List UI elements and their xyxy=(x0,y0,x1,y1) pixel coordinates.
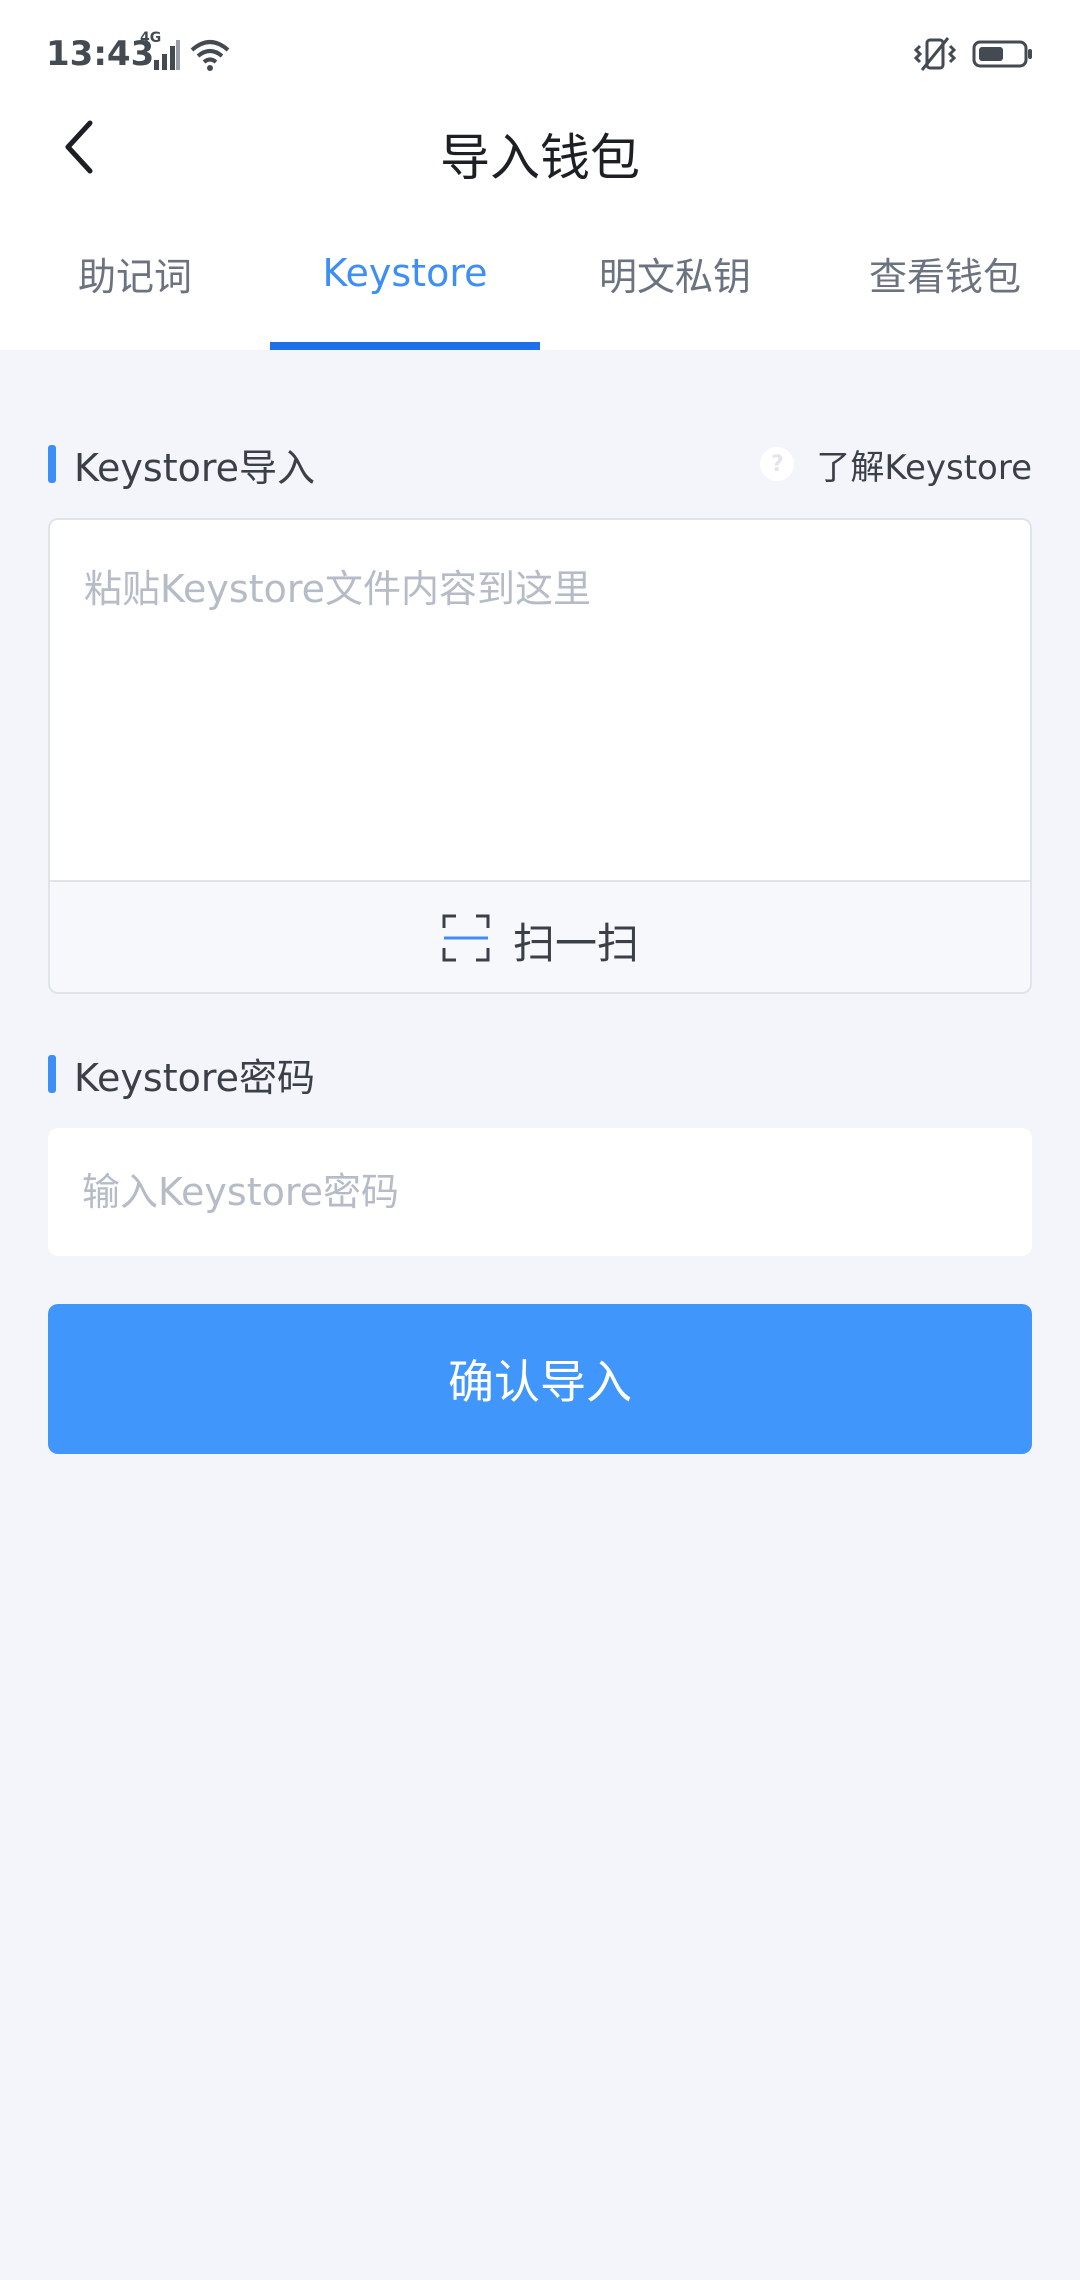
keystore-section-header: Keystore导入 ? 了解Keystore xyxy=(48,434,1032,494)
learn-keystore-link[interactable]: ? 了解Keystore xyxy=(760,440,1032,489)
vibrate-icon xyxy=(913,36,957,72)
keystore-input-box: 扫一扫 xyxy=(48,518,1032,994)
question-icon: ? xyxy=(760,447,795,481)
keystore-section-label: Keystore导入 xyxy=(74,445,316,490)
scan-icon xyxy=(441,913,491,967)
tab-mnemonic[interactable]: 助记词 xyxy=(0,220,270,350)
tab-private-key[interactable]: 明文私钥 xyxy=(540,220,810,350)
scan-label: 扫一扫 xyxy=(512,918,639,968)
section-accent-bar xyxy=(48,445,56,483)
status-icons-left: 4G xyxy=(140,30,230,72)
top-area: 13:43 4G 导入钱包 助记词 Keystore 明文私钥 查看钱包 xyxy=(0,0,1080,350)
password-section-title: Keystore密码 xyxy=(48,1047,315,1102)
tab-bar: 助记词 Keystore 明文私钥 查看钱包 xyxy=(0,220,1080,350)
confirm-import-button[interactable]: 确认导入 xyxy=(48,1304,1032,1454)
status-icons-right xyxy=(913,36,1034,72)
navigation-bar: 导入钱包 xyxy=(0,110,1080,220)
keystore-section-title: Keystore导入 xyxy=(48,437,315,492)
password-section-label: Keystore密码 xyxy=(74,1055,316,1100)
password-section-header: Keystore密码 xyxy=(48,1044,1032,1104)
page-title: 导入钱包 xyxy=(440,129,640,187)
tab-view-wallet[interactable]: 查看钱包 xyxy=(810,220,1080,350)
learn-keystore-label: 了解Keystore xyxy=(816,447,1032,488)
section-accent-bar xyxy=(48,1055,56,1093)
keystore-password-input[interactable] xyxy=(48,1128,1032,1256)
signal-icon: 4G xyxy=(140,30,180,72)
keystore-textarea[interactable] xyxy=(50,520,1030,876)
battery-icon xyxy=(972,39,1034,69)
tab-keystore[interactable]: Keystore xyxy=(270,220,540,350)
scan-button[interactable]: 扫一扫 xyxy=(50,880,1030,992)
main-content: Keystore导入 ? 了解Keystore 扫一扫 Keyst xyxy=(0,434,1080,1454)
wifi-icon xyxy=(190,38,230,72)
status-bar: 13:43 4G xyxy=(0,0,1080,110)
status-time: 13:43 xyxy=(46,34,155,74)
confirm-import-label: 确认导入 xyxy=(448,1355,632,1409)
